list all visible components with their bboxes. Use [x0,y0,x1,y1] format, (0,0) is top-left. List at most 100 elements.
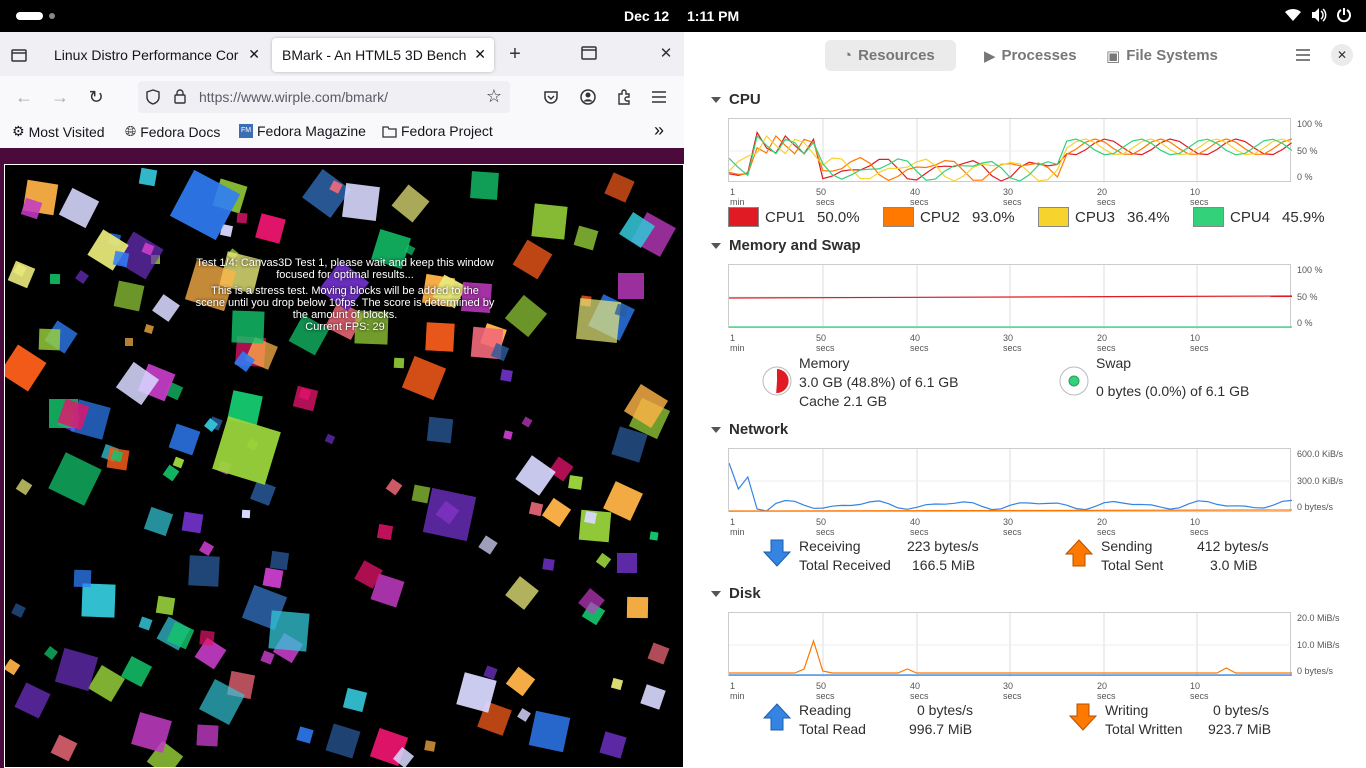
workspace-dot[interactable] [49,13,55,19]
time-label: 1 min [730,333,745,353]
url-bar[interactable]: https://www.wirple.com/bmark/ ☆ [138,81,510,113]
chevron-down-icon[interactable] [711,97,721,103]
globe-icon: 🌐︎ [125,123,137,139]
benchmark-cube [505,666,536,697]
lock-icon[interactable] [174,89,186,104]
tab-strip: Linux Distro Performance Cor ✕ BMark - A… [0,32,684,76]
tab-resources[interactable]: ◔ Resources [825,40,956,71]
back-icon[interactable]: ← [14,87,34,107]
window-close-icon[interactable]: ✕ [657,44,675,62]
y-label: 100 % [1297,265,1323,275]
benchmark-cube [15,478,33,496]
cpu4-swatch[interactable] [1193,207,1224,227]
activities-indicator[interactable] [16,12,43,20]
bookmark-fedora-project[interactable]: Fedora Project [382,123,493,139]
writing-arrow-icon[interactable] [1068,702,1098,732]
chevron-down-icon[interactable] [711,243,721,249]
swap-pie-icon[interactable] [1059,366,1089,396]
cpu3-swatch[interactable] [1038,207,1069,227]
benchmark-cube [155,595,176,616]
benchmark-canvas[interactable]: Test 1/4: Canvas3D Test 1, please wait a… [4,164,684,768]
date-label[interactable]: Dec 12 [624,8,669,24]
tab-list-icon[interactable] [8,44,30,66]
benchmark-cube [391,184,430,223]
close-icon[interactable]: ✕ [248,46,260,63]
section-disk[interactable]: Disk [729,585,761,602]
account-icon[interactable] [578,87,598,107]
wifi-icon [1285,8,1301,21]
time-label: 20 secs [1097,681,1116,701]
time-label: 40 secs [910,681,929,701]
time-label: 50 secs [816,187,835,207]
benchmark-cube [49,273,61,285]
legend-cpu2: CPU2 93.0% [883,207,1015,227]
extensions-icon[interactable] [614,87,634,107]
benchmark-cube [81,583,116,618]
benchmark-cube [198,540,215,557]
reading-arrow-icon[interactable] [762,702,792,732]
shield-icon[interactable] [146,89,160,105]
bookmark-most-visited[interactable]: ⚙ Most Visited [12,123,105,140]
benchmark-cube [528,501,544,517]
benchmark-cube [531,203,568,240]
url-text[interactable]: https://www.wirple.com/bmark/ [199,89,388,105]
y-label: 50 % [1297,146,1318,156]
reload-icon[interactable]: ↻ [86,87,106,107]
system-tray[interactable] [1284,7,1352,23]
tab-processes[interactable]: ▶ Processes [966,40,1086,71]
bookmark-fedora-docs[interactable]: 🌐︎ Fedora Docs [125,123,220,140]
cpu1-swatch[interactable] [728,207,759,227]
benchmark-cube [113,280,145,312]
chevron-down-icon[interactable] [711,427,721,433]
section-memory[interactable]: Memory and Swap [729,237,861,254]
new-tab-icon[interactable]: + [505,43,525,65]
window-restore-icon[interactable] [580,44,598,62]
bookmark-star-icon[interactable]: ☆ [486,86,502,107]
time-label: 50 secs [816,681,835,701]
benchmark-cube [401,355,447,401]
benchmark-cube [269,550,290,571]
swap-used: 0 bytes (0.0%) of 6.1 GB [1096,383,1250,399]
section-network[interactable]: Network [729,421,788,438]
pocket-icon[interactable] [541,87,561,107]
benchmark-cube [324,433,336,445]
power-icon [1337,8,1351,23]
cpu2-swatch[interactable] [883,207,914,227]
menu-icon[interactable] [1294,46,1312,64]
benchmark-cube [517,708,531,722]
bookmarks-overflow-icon[interactable]: » [654,120,664,141]
section-cpu[interactable]: CPU [729,91,761,108]
tab-linux-distro[interactable]: Linux Distro Performance Cor ✕ [44,38,268,72]
benchmark-cube [617,553,637,573]
benchmark-cube [393,357,405,369]
benchmark-cube [212,416,281,485]
bookmark-fedora-magazine[interactable]: FM Fedora Magazine [239,123,366,139]
volume-icon [1312,8,1327,22]
reading-label: Reading [799,702,852,718]
benchmark-cube [168,423,201,456]
menu-icon[interactable] [649,87,669,107]
page-content: Test 1/4: Canvas3D Test 1, please wait a… [0,148,684,768]
stress-test-text: This is a stress test. Moving blocks wil… [195,285,495,321]
y-label: 100 % [1297,119,1323,129]
total-sent-label: Total Sent [1101,557,1164,573]
close-icon[interactable]: ✕ [474,46,486,63]
close-icon[interactable]: ✕ [1331,44,1353,66]
receiving-arrow-icon[interactable] [762,538,792,568]
sending-arrow-icon[interactable] [1064,538,1094,568]
disk-icon: ▣ [1106,47,1121,65]
chevron-down-icon[interactable] [711,591,721,597]
tab-bmark[interactable]: BMark - An HTML5 3D Bench ✕ [272,38,494,72]
benchmark-cube [649,531,659,541]
benchmark-cube [500,369,513,382]
memory-pie-icon[interactable] [762,366,792,396]
benchmark-cube [260,650,275,665]
benchmark-cube [58,187,100,229]
clock-label[interactable]: 1:11 PM [687,8,739,24]
benchmark-cube [424,740,436,752]
time-label: 40 secs [910,517,929,537]
tab-file-systems[interactable]: ▣ File Systems [1088,40,1238,71]
time-label: 20 secs [1097,517,1116,537]
benchmark-overlay: Test 1/4: Canvas3D Test 1, please wait a… [195,257,495,333]
forward-icon[interactable]: → [50,87,70,107]
